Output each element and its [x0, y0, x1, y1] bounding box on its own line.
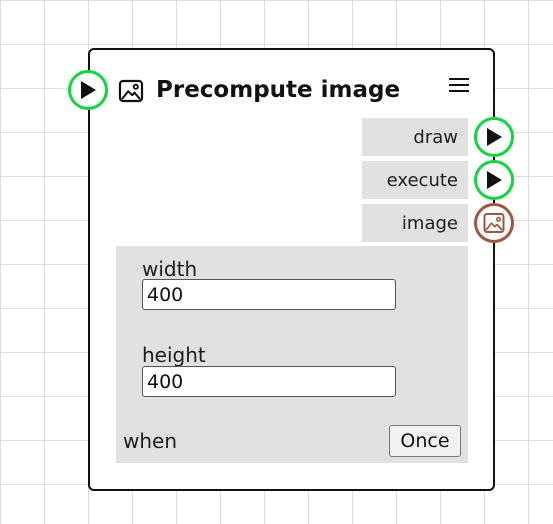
- graph-canvas[interactable]: Precompute image draw execute image widt…: [0, 0, 553, 524]
- play-icon: [487, 128, 502, 146]
- output-port-draw[interactable]: [474, 117, 514, 157]
- play-icon: [487, 171, 502, 189]
- when-label: when: [123, 429, 178, 453]
- image-icon: [118, 79, 144, 103]
- width-input[interactable]: [142, 279, 396, 310]
- output-port-execute[interactable]: [474, 160, 514, 200]
- height-label: height: [142, 343, 206, 367]
- output-row-execute[interactable]: execute: [362, 161, 468, 199]
- output-row-draw[interactable]: draw: [362, 118, 468, 156]
- height-input[interactable]: [142, 366, 396, 397]
- image-icon: [483, 213, 505, 233]
- output-port-image[interactable]: [474, 203, 514, 243]
- output-label-draw: draw: [413, 126, 458, 148]
- hamburger-menu-icon[interactable]: [449, 77, 469, 93]
- play-icon: [81, 81, 96, 99]
- input-exec-port[interactable]: [68, 70, 108, 110]
- node-title: Precompute image: [156, 77, 401, 103]
- output-row-image[interactable]: image: [362, 204, 468, 242]
- once-button[interactable]: Once: [389, 425, 461, 457]
- output-label-execute: execute: [386, 169, 458, 191]
- output-label-image: image: [401, 212, 458, 234]
- node-inputs-panel: width height when Once: [116, 246, 468, 463]
